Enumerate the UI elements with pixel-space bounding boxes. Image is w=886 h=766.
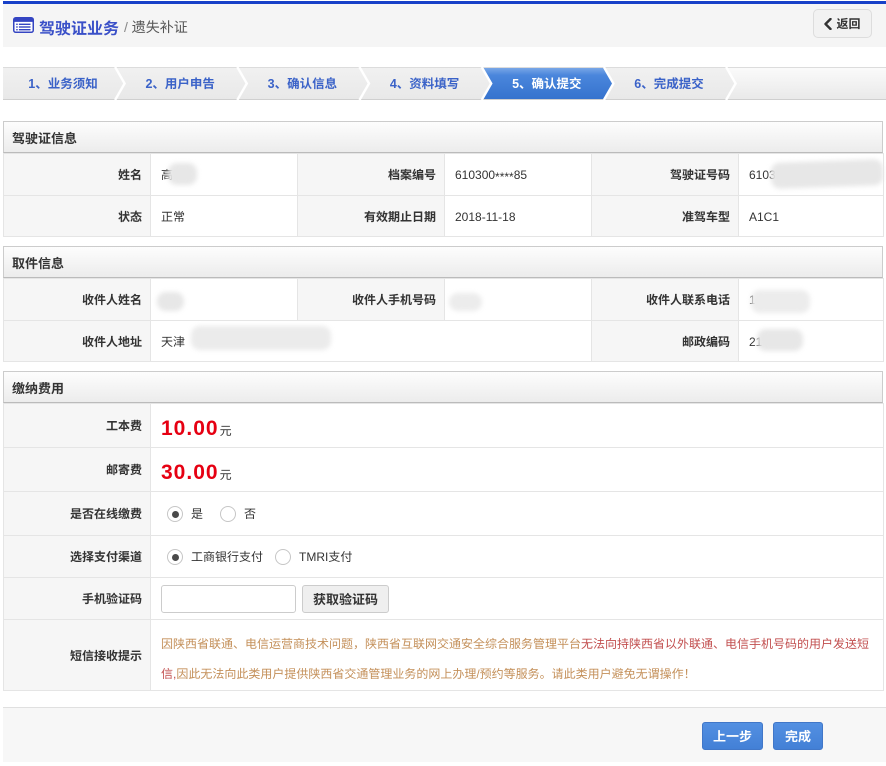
svg-text:1、业务须知: 1、业务须知 <box>28 73 97 92</box>
svg-text:3、确认信息: 3、确认信息 <box>268 73 337 92</box>
svg-text:4、资料填写: 4、资料填写 <box>390 73 459 92</box>
svg-text:5、确认提交: 5、确认提交 <box>512 73 581 92</box>
svg-text:2、用户申告: 2、用户申告 <box>145 73 214 92</box>
svg-text:6、完成提交: 6、完成提交 <box>634 73 703 92</box>
